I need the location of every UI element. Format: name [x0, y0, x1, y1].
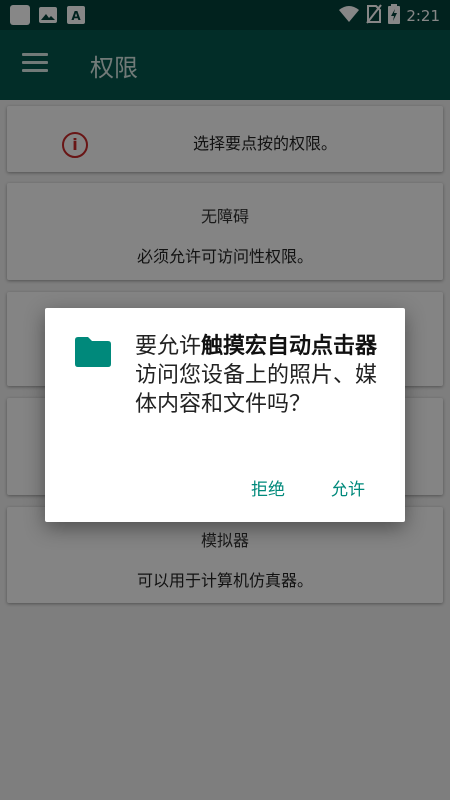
folder-icon [73, 336, 113, 368]
permission-dialog: 要允许触摸宏自动点击器访问您设备上的照片、媒体内容和文件吗？ 拒绝 允许 [45, 308, 405, 522]
dialog-message-prefix: 要允许 [135, 334, 202, 359]
dialog-actions: 拒绝 允许 [251, 475, 365, 500]
deny-button[interactable]: 拒绝 [251, 475, 285, 500]
allow-button[interactable]: 允许 [331, 475, 365, 500]
dialog-message: 要允许触摸宏自动点击器访问您设备上的照片、媒体内容和文件吗？ [135, 332, 385, 419]
dialog-message-suffix: 访问您设备上的照片、媒体内容和文件吗？ [135, 363, 378, 417]
dialog-app-name: 触摸宏自动点击器 [201, 334, 378, 359]
